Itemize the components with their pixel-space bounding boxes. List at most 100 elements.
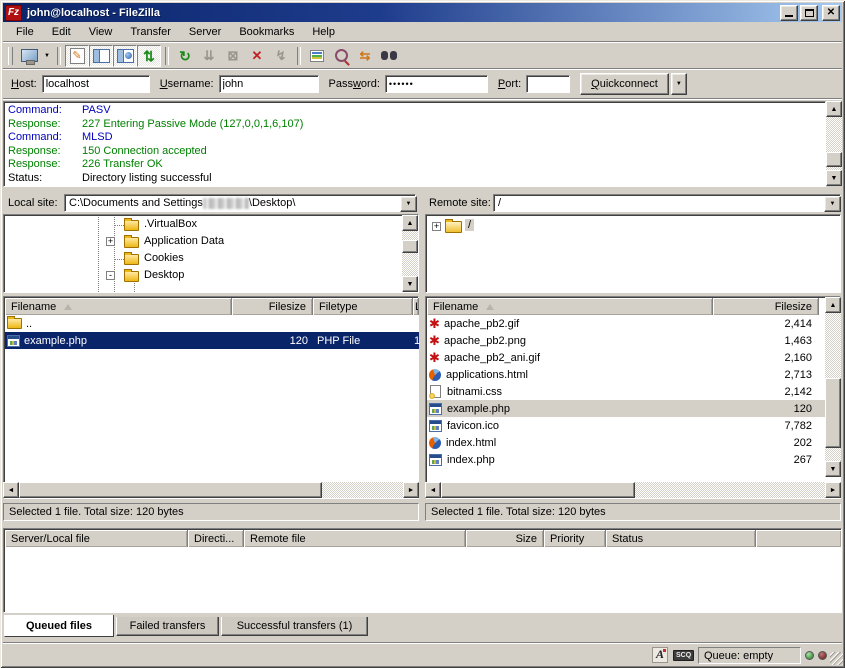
- toggle-remote-tree-button[interactable]: [113, 45, 137, 67]
- sync-browsing-button[interactable]: ⇆: [353, 45, 377, 67]
- menu-transfer[interactable]: Transfer: [121, 24, 180, 40]
- remote-vscroll-down[interactable]: ▼: [825, 461, 841, 477]
- local-tree-scroll-down[interactable]: ▼: [402, 276, 418, 292]
- disconnect-button[interactable]: ✕: [245, 45, 269, 67]
- local-hscroll-track[interactable]: [322, 482, 403, 498]
- password-input[interactable]: [385, 75, 488, 93]
- filter-button[interactable]: [305, 45, 329, 67]
- refresh-button[interactable]: ↻: [173, 45, 197, 67]
- remote-vscroll-up[interactable]: ▲: [825, 297, 841, 313]
- remote-row[interactable]: favicon.ico7,782: [427, 417, 825, 434]
- speed-limit-indicator-icon[interactable]: SCQ: [673, 650, 694, 661]
- local-site-combo-dropdown[interactable]: ▼: [400, 196, 417, 212]
- remote-row[interactable]: applications.html2,713: [427, 366, 825, 383]
- menu-file[interactable]: File: [7, 24, 43, 40]
- quickconnect-dropdown[interactable]: ▼: [671, 73, 687, 95]
- queue-column-direction[interactable]: Directi...: [188, 530, 244, 547]
- local-row-parent-dir[interactable]: ..: [5, 315, 419, 332]
- site-manager-button[interactable]: [17, 45, 41, 67]
- local-column-filetype[interactable]: Filetype: [313, 298, 413, 315]
- local-tree-scroll-track[interactable]: [402, 231, 418, 276]
- remote-column-filename[interactable]: Filename: [427, 298, 713, 315]
- log-scroll-down[interactable]: ▼: [826, 170, 842, 186]
- menu-edit[interactable]: Edit: [43, 24, 80, 40]
- tab-failed-transfers[interactable]: Failed transfers: [116, 617, 219, 636]
- quickconnect-button[interactable]: Quickconnect: [580, 73, 669, 95]
- tree-item-root[interactable]: /: [465, 219, 474, 231]
- toggle-queue-button[interactable]: ⇅: [137, 45, 161, 67]
- menu-view[interactable]: View: [80, 24, 122, 40]
- local-column-lastmodified[interactable]: L: [413, 298, 419, 315]
- expand-plus-icon[interactable]: +: [432, 222, 441, 231]
- collapse-minus-icon[interactable]: -: [106, 271, 115, 280]
- queue-column-priority[interactable]: Priority: [544, 530, 606, 547]
- local-hscroll-thumb[interactable]: [19, 482, 322, 498]
- queue-status-field: Queue: empty: [698, 647, 801, 664]
- resize-grip[interactable]: [830, 652, 843, 665]
- remote-row[interactable]: bitnami.css2,142: [427, 383, 825, 400]
- reconnect-button[interactable]: ↯: [269, 45, 293, 67]
- minimize-button[interactable]: [780, 5, 798, 21]
- site-manager-dropdown[interactable]: ▼: [41, 46, 53, 66]
- queue-column-server-local-file[interactable]: Server/Local file: [5, 530, 188, 547]
- queue-column-status[interactable]: Status: [606, 530, 756, 547]
- local-hscroll-right[interactable]: ►: [403, 482, 419, 498]
- tree-guide: [114, 217, 115, 292]
- local-column-filesize[interactable]: Filesize: [232, 298, 313, 315]
- tree-item-desktop[interactable]: Desktop: [144, 269, 184, 281]
- process-queue-button[interactable]: ⇊: [197, 45, 221, 67]
- remote-site-combo[interactable]: /: [493, 194, 841, 212]
- find-icon: [381, 51, 397, 61]
- local-tree-scroll-thumb[interactable]: [402, 240, 418, 253]
- menu-help[interactable]: Help: [303, 24, 344, 40]
- toggle-local-tree-button[interactable]: [89, 45, 113, 67]
- username-input[interactable]: [219, 75, 319, 93]
- local-tree-scroll-up[interactable]: ▲: [402, 215, 418, 231]
- tree-item-cookies[interactable]: Cookies: [144, 252, 184, 264]
- process-queue-icon: ⇊: [204, 49, 215, 63]
- local-file-list: Filename Filesize Filetype L .. example.…: [3, 296, 419, 499]
- tree-item-application-data[interactable]: Application Data: [144, 235, 224, 247]
- tab-successful-transfers[interactable]: Successful transfers (1): [221, 617, 368, 636]
- data-type-indicator-icon[interactable]: A: [652, 647, 668, 663]
- menu-server[interactable]: Server: [180, 24, 230, 40]
- remote-hscroll-thumb[interactable]: [441, 482, 635, 498]
- remote-hscroll-left[interactable]: ◄: [425, 482, 441, 498]
- local-row-example-php[interactable]: example.php 120 PHP File 1: [5, 332, 419, 349]
- local-site-combo[interactable]: C:\Documents and Settings\Desktop\: [64, 194, 416, 212]
- host-input[interactable]: [42, 75, 150, 93]
- remote-row[interactable]: index.php267: [427, 451, 825, 468]
- remote-row[interactable]: ✱apache_pb2.png1,463: [427, 332, 825, 349]
- toolbar-grip[interactable]: [8, 47, 13, 65]
- queue-column-remote-file[interactable]: Remote file: [244, 530, 466, 547]
- tree-guide: [98, 217, 99, 292]
- port-input[interactable]: [526, 75, 570, 93]
- find-button[interactable]: [377, 45, 401, 67]
- local-hscroll-left[interactable]: ◄: [3, 482, 19, 498]
- remote-hscroll-track[interactable]: [635, 482, 825, 498]
- tree-item-virtualbox[interactable]: .VirtualBox: [144, 218, 197, 230]
- toggle-log-button[interactable]: ✎: [65, 45, 89, 67]
- cancel-button[interactable]: ⊠: [221, 45, 245, 67]
- remote-hscroll-right[interactable]: ►: [825, 482, 841, 498]
- expand-plus-icon[interactable]: +: [106, 237, 115, 246]
- maximize-button[interactable]: [800, 5, 818, 21]
- local-tree-icon: [93, 49, 110, 63]
- remote-row[interactable]: ✱apache_pb2.gif2,414: [427, 315, 825, 332]
- tab-queued-files[interactable]: Queued files: [4, 615, 114, 637]
- local-column-filename[interactable]: Filename: [5, 298, 232, 315]
- menu-bookmarks[interactable]: Bookmarks: [230, 24, 303, 40]
- filezilla-app-icon[interactable]: Fz: [5, 5, 22, 21]
- close-button[interactable]: ✕: [822, 5, 840, 21]
- remote-vscroll-thumb[interactable]: [825, 378, 841, 448]
- remote-site-combo-dropdown[interactable]: ▼: [824, 196, 841, 212]
- compare-button[interactable]: [329, 45, 353, 67]
- remote-row-selected[interactable]: example.php120: [427, 400, 825, 417]
- log-scroll-thumb[interactable]: [826, 152, 842, 167]
- php-file-icon: [7, 335, 20, 347]
- queue-column-size[interactable]: Size: [466, 530, 544, 547]
- remote-row[interactable]: ✱apache_pb2_ani.gif2,160: [427, 349, 825, 366]
- remote-column-filesize[interactable]: Filesize: [713, 298, 819, 315]
- log-scroll-up[interactable]: ▲: [826, 101, 842, 117]
- remote-row[interactable]: index.html202: [427, 434, 825, 451]
